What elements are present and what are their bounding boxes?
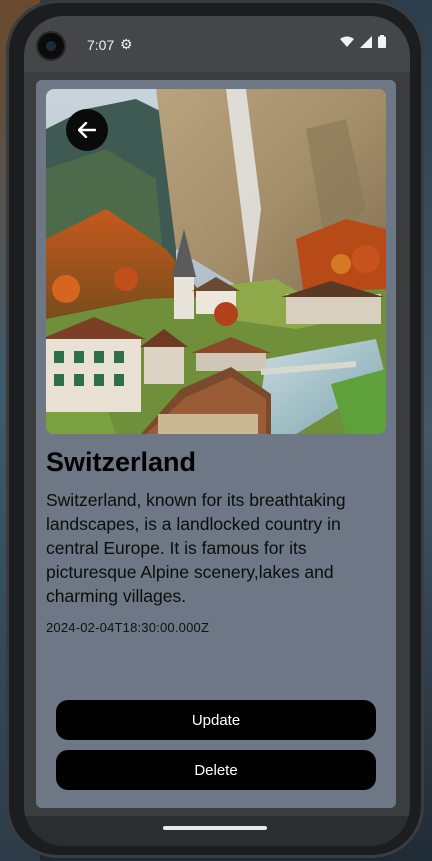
place-image: [46, 89, 386, 434]
gear-icon: ⚙: [120, 36, 133, 52]
status-time: 7:07: [87, 37, 115, 53]
place-description: Switzerland, known for its breathtaking …: [46, 490, 346, 606]
phone-frame: 7:07 ⚙ Switzerland Switzerland, known fo…: [6, 0, 424, 858]
back-button[interactable]: [66, 109, 108, 151]
signal-icon: [360, 35, 372, 48]
navigation-bar: [24, 816, 410, 846]
battery-icon: [378, 35, 386, 48]
delete-button[interactable]: Delete: [56, 750, 376, 790]
wifi-icon: [340, 36, 354, 47]
status-bar: 7:07 ⚙: [24, 16, 410, 72]
place-date: 2024-02-04T18:30:00.000Z: [46, 620, 210, 635]
front-camera: [38, 33, 64, 59]
place-detail-card: Switzerland Switzerland, known for its b…: [36, 80, 396, 808]
home-indicator[interactable]: [163, 826, 267, 830]
phone-screen: 7:07 ⚙ Switzerland Switzerland, known fo…: [24, 16, 410, 846]
update-button[interactable]: Update: [56, 700, 376, 740]
place-title: Switzerland: [46, 447, 197, 477]
system-icons: [340, 35, 386, 48]
arrow-left-icon: [78, 122, 96, 138]
app-content: Switzerland Switzerland, known for its b…: [24, 72, 410, 816]
